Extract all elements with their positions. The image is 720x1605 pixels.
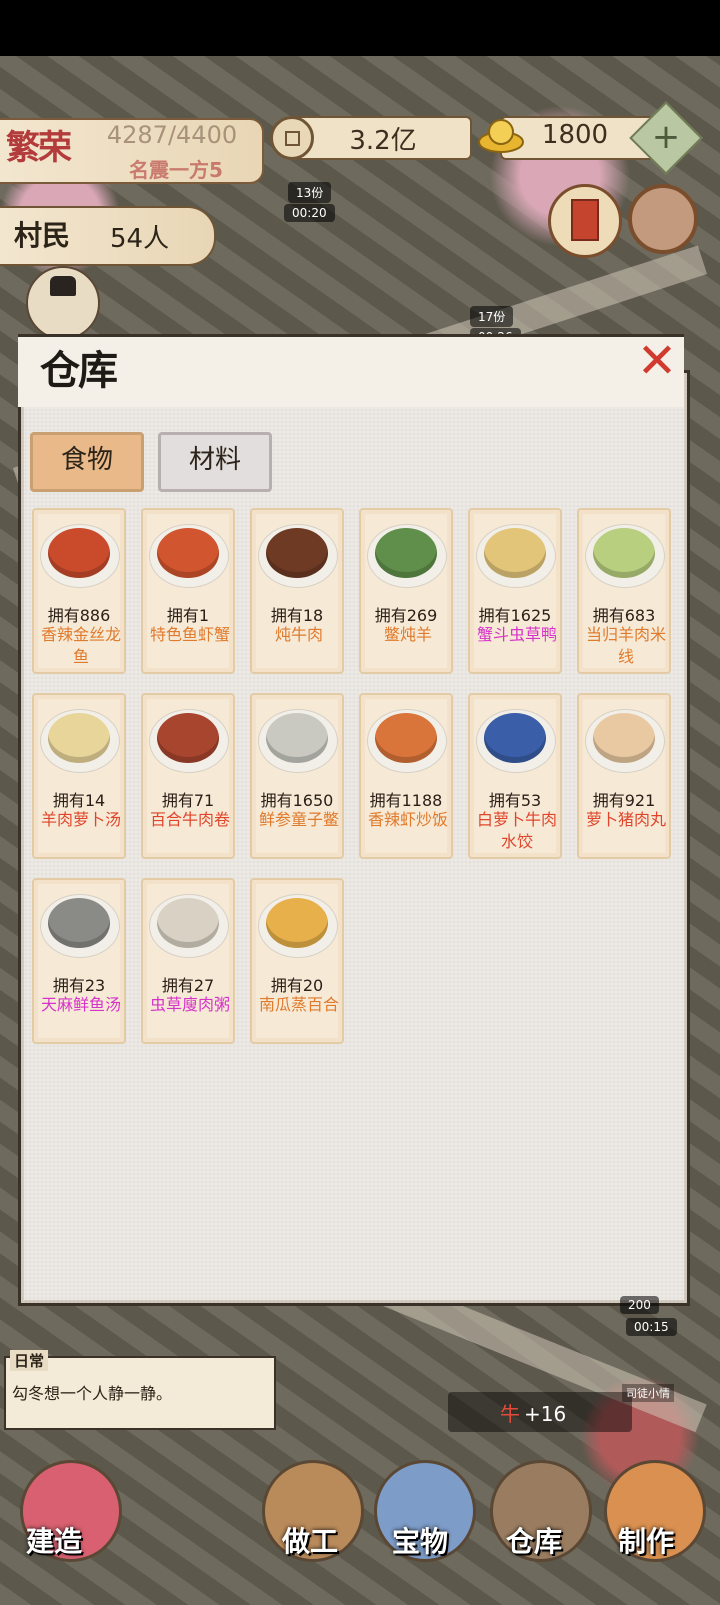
resource-gain-amount: +16 xyxy=(524,1402,567,1426)
item-count: 拥有23 xyxy=(52,976,106,995)
npc-name-tag[interactable]: 司徒小情 xyxy=(622,1384,674,1402)
item-name: 鲜参童子鳖 xyxy=(258,810,339,829)
food-item-card[interactable]: 拥有1650 鲜参童子鳖 xyxy=(250,693,344,859)
item-count: 拥有269 xyxy=(374,606,438,625)
food-item-card[interactable]: 拥有18 炖牛肉 xyxy=(250,508,344,674)
dish-icon xyxy=(593,528,655,578)
dish-icon xyxy=(266,528,328,578)
item-count: 拥有683 xyxy=(592,606,656,625)
food-item-card[interactable]: 拥有23 天麻鲜鱼汤 xyxy=(32,878,126,1044)
gear-icon[interactable] xyxy=(628,184,698,254)
food-item-card[interactable]: 拥有1625 蟹斗虫草鸭 xyxy=(468,508,562,674)
task-scroll-icon[interactable] xyxy=(548,184,622,258)
food-item-card[interactable]: 拥有53 白萝卜牛肉水饺 xyxy=(468,693,562,859)
daily-log-label: 日常 xyxy=(10,1350,49,1371)
food-item-card[interactable]: 拥有683 当归羊肉米线 xyxy=(577,508,671,674)
item-count: 拥有20 xyxy=(270,976,324,995)
dish-icon xyxy=(266,713,328,763)
status-bar xyxy=(0,0,720,56)
dock-work-label: 做工 xyxy=(282,1525,339,1558)
daily-log-text: 勾冬想一个人静一静。 xyxy=(12,1384,173,1403)
timer-count: 200 xyxy=(620,1296,659,1314)
villager-label: 村民 xyxy=(14,219,71,252)
prosperity-value: 4287/4400 xyxy=(106,121,238,149)
item-count: 拥有71 xyxy=(161,791,215,810)
dock-warehouse-label: 仓库 xyxy=(506,1525,563,1558)
food-item-card[interactable]: 拥有14 羊肉萝卜汤 xyxy=(32,693,126,859)
prosperity-title: 繁荣 xyxy=(6,128,72,168)
item-count: 拥有14 xyxy=(52,791,106,810)
item-count: 拥有27 xyxy=(161,976,215,995)
food-item-card[interactable]: 拥有269 鳖炖羊 xyxy=(359,508,453,674)
prosperity-rank: 名震一方5 xyxy=(129,158,223,182)
item-name: 香辣金丝龙鱼 xyxy=(40,625,121,666)
dish-icon xyxy=(375,528,437,578)
villager-count: 54人 xyxy=(110,224,170,254)
dock-treasure-label: 宝物 xyxy=(392,1525,449,1558)
dish-icon xyxy=(484,528,546,578)
tab-food[interactable]: 食物 xyxy=(30,432,144,492)
timer-time: 00:20 xyxy=(284,204,335,222)
dish-icon xyxy=(48,713,110,763)
dish-icon xyxy=(48,528,110,578)
plus-icon: + xyxy=(651,117,681,157)
item-name: 羊肉萝卜汤 xyxy=(40,810,121,829)
food-item-card[interactable]: 拥有71 百合牛肉卷 xyxy=(141,693,235,859)
item-name: 香辣虾炒饭 xyxy=(367,810,448,829)
item-count: 拥有921 xyxy=(592,791,656,810)
gold-amount: 1800 xyxy=(541,120,609,150)
item-count: 拥有1625 xyxy=(478,606,552,625)
dish-icon xyxy=(157,898,219,948)
item-name: 鳖炖羊 xyxy=(383,625,432,644)
dish-icon xyxy=(48,898,110,948)
ox-resource-label: 牛 xyxy=(500,1402,520,1426)
close-icon[interactable]: ✕ xyxy=(636,337,678,385)
item-name: 蟹斗虫草鸭 xyxy=(476,625,557,644)
dock-craft-label: 制作 xyxy=(618,1525,675,1558)
item-count: 拥有53 xyxy=(488,791,542,810)
food-item-card[interactable]: 拥有1 特色鱼虾蟹 xyxy=(141,508,235,674)
item-name: 南瓜蒸百合 xyxy=(258,995,339,1014)
item-name: 萝卜猪肉丸 xyxy=(585,810,666,829)
dock-build-label: 建造 xyxy=(26,1525,83,1558)
item-name: 百合牛肉卷 xyxy=(149,810,230,829)
item-count: 拥有1650 xyxy=(260,791,334,810)
warehouse-header xyxy=(18,334,684,407)
timer-count: 17份 xyxy=(470,306,514,327)
dish-icon xyxy=(266,898,328,948)
dish-icon xyxy=(484,713,546,763)
advisor-avatar[interactable] xyxy=(26,266,100,340)
item-count: 拥有1188 xyxy=(369,791,443,810)
item-count: 拥有18 xyxy=(270,606,324,625)
food-item-card[interactable]: 拥有921 萝卜猪肉丸 xyxy=(577,693,671,859)
item-name: 虫草廋肉粥 xyxy=(149,995,230,1014)
timer-count: 13份 xyxy=(288,182,332,203)
item-count: 拥有1 xyxy=(166,606,210,625)
copper-coin-icon xyxy=(270,116,314,160)
coin-amount: 3.2亿 xyxy=(349,126,417,156)
warehouse-title: 仓库 xyxy=(40,347,118,394)
food-item-card[interactable]: 拥有1188 香辣虾炒饭 xyxy=(359,693,453,859)
dish-icon xyxy=(593,713,655,763)
food-item-card[interactable]: 拥有27 虫草廋肉粥 xyxy=(141,878,235,1044)
item-name: 白萝卜牛肉水饺 xyxy=(476,810,557,851)
item-name: 炖牛肉 xyxy=(274,625,323,644)
resource-gain-text: 牛 +16 xyxy=(500,1398,566,1427)
item-name: 当归羊肉米线 xyxy=(585,625,666,666)
dish-icon xyxy=(157,713,219,763)
dish-icon xyxy=(375,713,437,763)
dish-icon xyxy=(157,528,219,578)
item-name: 天麻鲜鱼汤 xyxy=(40,995,121,1014)
tab-materials[interactable]: 材料 xyxy=(158,432,272,492)
item-name: 特色鱼虾蟹 xyxy=(149,625,230,644)
food-item-card[interactable]: 拥有20 南瓜蒸百合 xyxy=(250,878,344,1044)
gold-ingot-icon xyxy=(478,119,524,153)
timer-time: 00:15 xyxy=(626,1318,677,1336)
food-item-card[interactable]: 拥有886 香辣金丝龙鱼 xyxy=(32,508,126,674)
item-count: 拥有886 xyxy=(47,606,111,625)
